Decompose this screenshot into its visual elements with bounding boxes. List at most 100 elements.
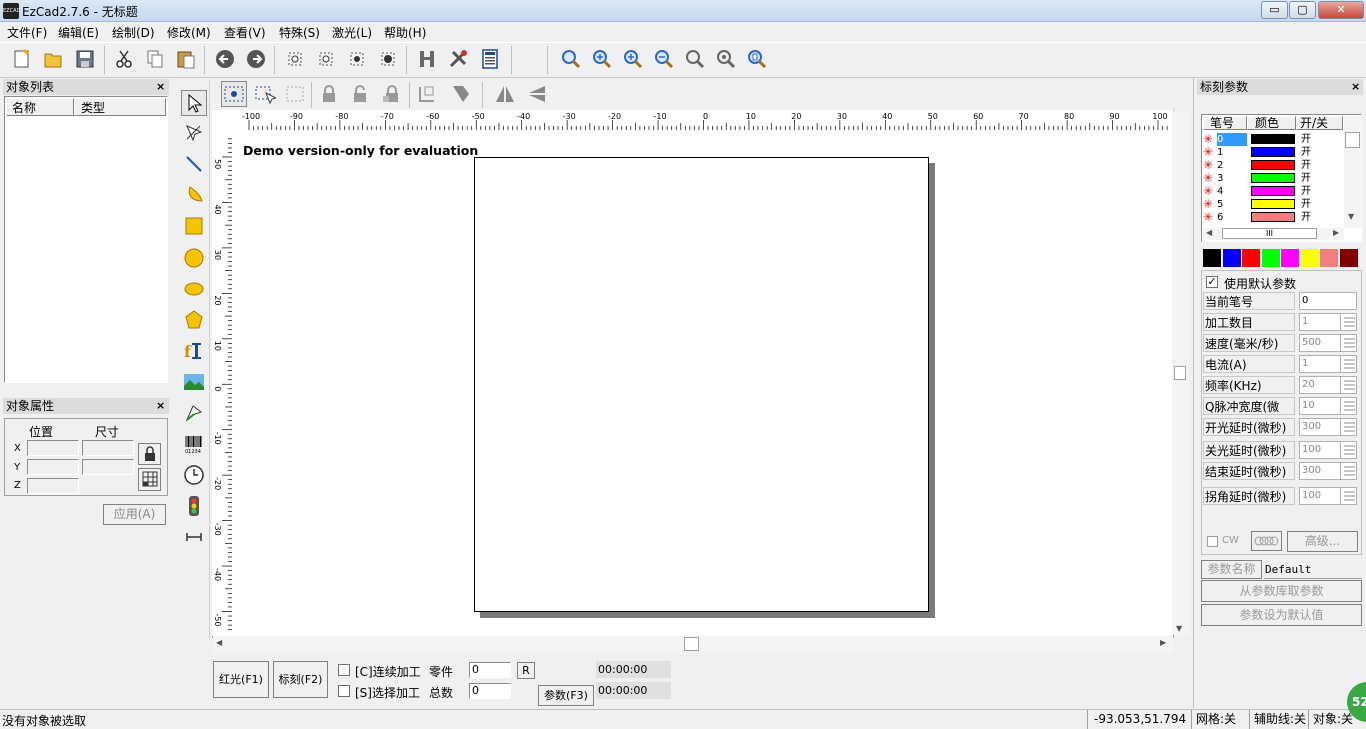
- node-tool-icon[interactable]: [181, 120, 207, 146]
- zoom-select-icon[interactable]: [713, 46, 739, 72]
- scroll-right-arrow-icon[interactable]: ▶: [1160, 638, 1166, 647]
- timer-tool-icon[interactable]: [181, 462, 207, 488]
- vector-file-tool-icon[interactable]: [181, 400, 207, 426]
- wobble-icon[interactable]: [1251, 531, 1282, 551]
- unlock-icon[interactable]: [347, 81, 373, 107]
- align-icon[interactable]: [414, 81, 440, 107]
- color-swatch[interactable]: [1300, 249, 1319, 267]
- pen-row[interactable]: ✳ 0 开: [1203, 133, 1343, 146]
- set-default-button[interactable]: 参数设为默认值: [1201, 604, 1362, 626]
- param-spinner[interactable]: [1340, 398, 1357, 414]
- col-color-header[interactable]: 颜色: [1247, 116, 1296, 130]
- back-arrow-icon[interactable]: [212, 46, 238, 72]
- mark-params-close-icon[interactable]: ×: [1351, 80, 1360, 93]
- unlock-all-icon[interactable]: [378, 81, 404, 107]
- color-swatch[interactable]: [1222, 249, 1241, 267]
- color-swatch[interactable]: [1203, 249, 1221, 267]
- cut-icon[interactable]: [111, 46, 137, 72]
- group-select-icon[interactable]: [221, 81, 247, 107]
- zoom-in-icon[interactable]: [589, 46, 615, 72]
- menu-modify[interactable]: 修改(M): [167, 24, 211, 41]
- param-name-field[interactable]: Default: [1264, 560, 1362, 579]
- pen-row[interactable]: ✳ 6 开: [1203, 211, 1343, 224]
- barcode-tool-icon[interactable]: 01234: [181, 431, 207, 457]
- mirror-horizontal-icon[interactable]: [492, 81, 518, 107]
- copy-icon[interactable]: [142, 46, 168, 72]
- mirror-vertical-icon[interactable]: [524, 81, 550, 107]
- cw-checkbox[interactable]: [1207, 536, 1218, 547]
- zoom-all-icon[interactable]: [682, 46, 708, 72]
- paste-icon[interactable]: [173, 46, 199, 72]
- node-edit-icon[interactable]: [282, 46, 308, 72]
- node-break-icon[interactable]: [375, 46, 401, 72]
- menu-view[interactable]: 查看(V): [224, 24, 266, 41]
- pen-list-down-arrow-icon[interactable]: ▼: [1348, 212, 1354, 221]
- color-swatch[interactable]: [1281, 249, 1299, 267]
- params-button[interactable]: 参数(F3): [538, 685, 594, 706]
- menu-special[interactable]: 特殊(S): [279, 24, 320, 41]
- menu-file[interactable]: 文件(F): [7, 24, 47, 41]
- pos-x-field[interactable]: [27, 440, 79, 456]
- col-type-header[interactable]: 类型: [74, 98, 166, 116]
- curve-tool-icon[interactable]: [181, 182, 207, 208]
- col-name-header[interactable]: 名称: [6, 98, 74, 116]
- col-pen-header[interactable]: 笔号: [1203, 116, 1247, 130]
- line-tool-icon[interactable]: [181, 151, 207, 177]
- pen-list-vscroll-thumb[interactable]: [1345, 132, 1360, 148]
- total-input[interactable]: 0: [469, 683, 511, 699]
- circle-tool-icon[interactable]: [181, 245, 207, 271]
- param-spinner[interactable]: [1340, 442, 1357, 458]
- mark-button[interactable]: 标刻(F2): [273, 661, 328, 698]
- menu-help[interactable]: 帮助(H): [384, 24, 426, 41]
- pen-row[interactable]: ✳ 2 开: [1203, 159, 1343, 172]
- vertical-scroll-thumb[interactable]: [1174, 366, 1186, 380]
- forward-arrow-icon[interactable]: [243, 46, 269, 72]
- io-port-tool-icon[interactable]: [181, 493, 207, 519]
- minimize-button[interactable]: ▭: [1261, 1, 1288, 19]
- color-swatch[interactable]: [1320, 249, 1338, 267]
- param-spinner[interactable]: [1340, 463, 1357, 479]
- from-lib-button[interactable]: 从参数库取参数: [1201, 580, 1362, 602]
- ellipse-tool-icon[interactable]: [181, 276, 207, 302]
- lock-ratio-icon[interactable]: [138, 443, 161, 465]
- pen-row[interactable]: ✳ 1 开: [1203, 146, 1343, 159]
- scroll-down-arrow-icon[interactable]: ▼: [1176, 624, 1182, 633]
- select-checkbox[interactable]: [338, 685, 350, 697]
- pen-row[interactable]: ✳ 4 开: [1203, 185, 1343, 198]
- color-swatch[interactable]: [1242, 249, 1260, 267]
- scroll-left-arrow-icon[interactable]: ◀: [216, 638, 222, 647]
- color-swatch[interactable]: [1261, 249, 1280, 267]
- new-file-icon[interactable]: [9, 46, 35, 72]
- use-default-checkbox[interactable]: ✓: [1206, 276, 1218, 288]
- menu-laser[interactable]: 激光(L): [332, 24, 372, 41]
- zoom-in-icon[interactable]: [620, 46, 646, 72]
- delay-tool-icon[interactable]: [181, 524, 207, 550]
- pen-row[interactable]: ✳ 3 开: [1203, 172, 1343, 185]
- size-y-field[interactable]: [82, 459, 134, 475]
- close-button[interactable]: ✕: [1318, 1, 1364, 19]
- pen-list-right-arrow-icon[interactable]: ▶: [1333, 228, 1339, 237]
- tools-icon[interactable]: [445, 46, 471, 72]
- param-spinner[interactable]: [1340, 488, 1357, 504]
- param-value-field[interactable]: 0: [1299, 292, 1357, 310]
- group-pick-icon[interactable]: [252, 81, 278, 107]
- menu-edit[interactable]: 编辑(E): [58, 24, 99, 41]
- col-onoff-header[interactable]: 开/关: [1296, 116, 1343, 130]
- pen-list-left-arrow-icon[interactable]: ◀: [1206, 228, 1212, 237]
- save-icon[interactable]: [72, 46, 98, 72]
- select-arrow-icon[interactable]: [181, 90, 207, 116]
- continuous-checkbox[interactable]: [338, 664, 350, 676]
- object-list[interactable]: [4, 96, 168, 383]
- zoom-out-icon[interactable]: [651, 46, 677, 72]
- calculator-icon[interactable]: [477, 46, 503, 72]
- zoom-icon[interactable]: [558, 46, 584, 72]
- parts-input[interactable]: 0: [469, 662, 511, 678]
- open-folder-icon[interactable]: [40, 46, 66, 72]
- node-add-icon[interactable]: [313, 46, 339, 72]
- pos-z-field[interactable]: [27, 478, 79, 494]
- color-swatch[interactable]: [1339, 249, 1358, 267]
- param-spinner[interactable]: [1340, 335, 1357, 351]
- zoom-page-icon[interactable]: [744, 46, 770, 72]
- pen-row[interactable]: ✳ 5 开: [1203, 198, 1343, 211]
- rotate-icon[interactable]: [448, 81, 474, 107]
